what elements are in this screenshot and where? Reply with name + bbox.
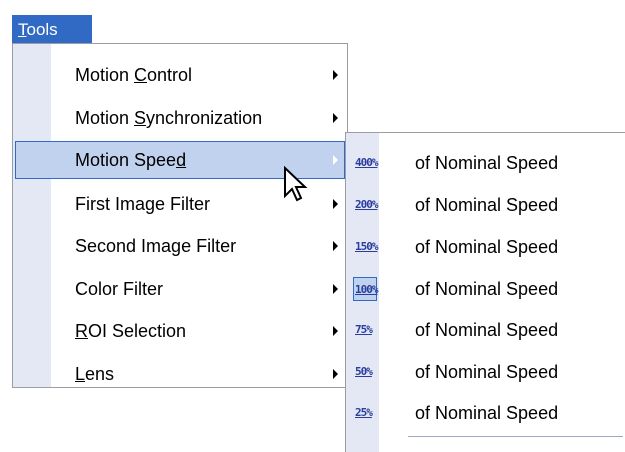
menu-item-label: Motion Synchronization — [75, 108, 263, 128]
speed-100-icon: 100% — [353, 277, 379, 301]
speed-400-icon: 400% — [355, 156, 379, 169]
menu-item-label: Lens — [75, 364, 115, 384]
speed-150-icon: 150% — [355, 240, 379, 253]
mouse-pointer-icon — [284, 166, 308, 202]
submenu-arrow-icon — [333, 70, 338, 80]
menu-item-label: Second Image Filter — [75, 236, 237, 256]
speed-option-label: of Nominal Speed — [415, 237, 559, 257]
speed-option-label: of Nominal Speed — [415, 153, 559, 173]
speed-option-400[interactable]: 400% of Nominal Speed — [349, 143, 624, 183]
speed-option-label: of Nominal Speed — [415, 403, 559, 423]
speed-option-200[interactable]: 200% of Nominal Speed — [349, 185, 624, 225]
speed-option-100[interactable]: 100% of Nominal Speed — [349, 269, 624, 309]
speed-25-icon: 25% — [355, 406, 373, 419]
tools-menu: Motion Control Motion Synchronization Mo… — [12, 43, 348, 388]
menu-item-lens[interactable]: Lens — [15, 355, 345, 393]
submenu-arrow-icon — [333, 326, 338, 336]
submenu-arrow-icon — [333, 241, 338, 251]
speed-75-icon: 75% — [355, 323, 373, 336]
speed-option-25[interactable]: 25% of Nominal Speed — [349, 393, 624, 433]
submenu-arrow-icon — [333, 155, 338, 165]
submenu-arrow-icon — [333, 284, 338, 294]
submenu-arrow-icon — [333, 369, 338, 379]
speed-option-75[interactable]: 75% of Nominal Speed — [349, 310, 624, 350]
speed-option-label: of Nominal Speed — [415, 362, 559, 382]
menu-item-motion-control[interactable]: Motion Control — [15, 56, 345, 94]
speed-200-icon: 200% — [355, 198, 379, 211]
menu-item-label: Motion Speed — [75, 150, 187, 170]
speed-option-150[interactable]: 150% of Nominal Speed — [349, 227, 624, 267]
menu-item-label: ROI Selection — [75, 321, 187, 341]
speed-50-icon: 50% — [355, 365, 373, 378]
menu-separator — [408, 436, 623, 437]
menu-item-label: Motion Control — [75, 65, 193, 85]
menu-item-motion-synchronization[interactable]: Motion Synchronization — [15, 99, 345, 137]
speed-option-label: of Nominal Speed — [415, 320, 559, 340]
speed-option-50[interactable]: 50% of Nominal Speed — [349, 352, 624, 392]
menu-item-label: Color Filter — [75, 279, 164, 299]
submenu-arrow-icon — [333, 113, 338, 123]
motion-speed-submenu: 400% of Nominal Speed 200% of Nominal Sp… — [345, 132, 625, 452]
speed-option-label: of Nominal Speed — [415, 279, 559, 299]
speed-option-label: of Nominal Speed — [415, 195, 559, 215]
menu-item-color-filter[interactable]: Color Filter — [15, 270, 345, 308]
submenu-arrow-icon — [333, 199, 338, 209]
menu-item-roi-selection[interactable]: ROI Selection — [15, 312, 345, 350]
menu-tools[interactable]: Tools — [12, 15, 92, 44]
menu-item-second-image-filter[interactable]: Second Image Filter — [15, 227, 345, 265]
menu-item-label: First Image Filter — [75, 194, 211, 214]
